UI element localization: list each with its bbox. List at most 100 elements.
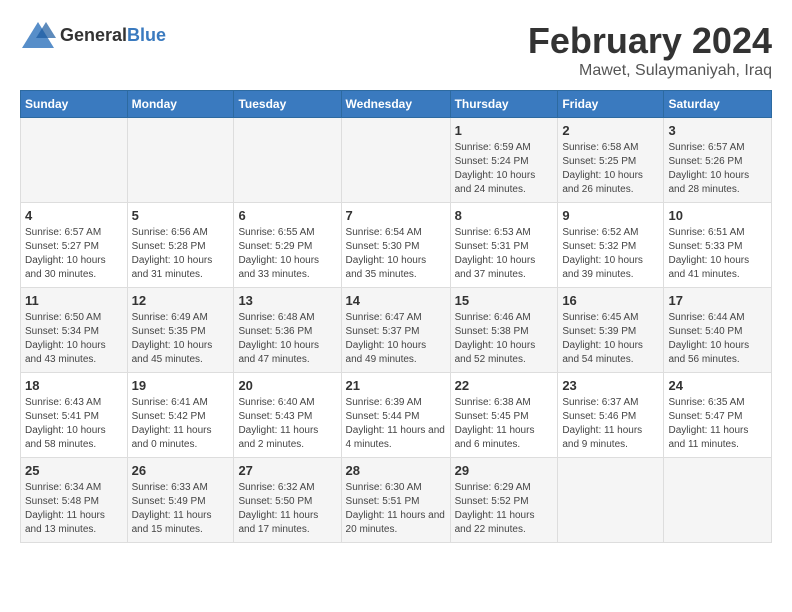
table-row: 20 Sunrise: 6:40 AMSunset: 5:43 PMDaylig…	[234, 373, 341, 458]
day-number: 24	[668, 378, 767, 393]
day-number: 18	[25, 378, 123, 393]
table-row: 21 Sunrise: 6:39 AMSunset: 5:44 PMDaylig…	[341, 373, 450, 458]
day-number: 9	[562, 208, 659, 223]
table-row	[664, 458, 772, 543]
table-row: 27 Sunrise: 6:32 AMSunset: 5:50 PMDaylig…	[234, 458, 341, 543]
calendar-header: Sunday Monday Tuesday Wednesday Thursday…	[21, 91, 772, 118]
table-row: 17 Sunrise: 6:44 AMSunset: 5:40 PMDaylig…	[664, 288, 772, 373]
day-number: 16	[562, 293, 659, 308]
day-info: Sunrise: 6:52 AMSunset: 5:32 PMDaylight:…	[562, 226, 659, 282]
calendar-body: 1 Sunrise: 6:59 AMSunset: 5:24 PMDayligh…	[21, 118, 772, 543]
table-row: 9 Sunrise: 6:52 AMSunset: 5:32 PMDayligh…	[558, 203, 664, 288]
day-number: 11	[25, 293, 123, 308]
day-number: 12	[132, 293, 230, 308]
table-row: 18 Sunrise: 6:43 AMSunset: 5:41 PMDaylig…	[21, 373, 128, 458]
table-row	[234, 118, 341, 203]
title-area: February 2024 Mawet, Sulaymaniyah, Iraq	[528, 20, 772, 80]
day-number: 6	[238, 208, 336, 223]
table-row: 5 Sunrise: 6:56 AMSunset: 5:28 PMDayligh…	[127, 203, 234, 288]
logo: GeneralBlue	[20, 20, 166, 50]
day-number: 1	[455, 123, 554, 138]
day-number: 26	[132, 463, 230, 478]
logo-general-text: General	[60, 25, 127, 45]
day-info: Sunrise: 6:41 AMSunset: 5:42 PMDaylight:…	[132, 396, 230, 452]
day-info: Sunrise: 6:50 AMSunset: 5:34 PMDaylight:…	[25, 311, 123, 367]
table-row: 7 Sunrise: 6:54 AMSunset: 5:30 PMDayligh…	[341, 203, 450, 288]
day-number: 8	[455, 208, 554, 223]
table-row: 22 Sunrise: 6:38 AMSunset: 5:45 PMDaylig…	[450, 373, 558, 458]
table-row: 1 Sunrise: 6:59 AMSunset: 5:24 PMDayligh…	[450, 118, 558, 203]
day-number: 13	[238, 293, 336, 308]
day-info: Sunrise: 6:35 AMSunset: 5:47 PMDaylight:…	[668, 396, 767, 452]
day-info: Sunrise: 6:57 AMSunset: 5:27 PMDaylight:…	[25, 226, 123, 282]
day-info: Sunrise: 6:33 AMSunset: 5:49 PMDaylight:…	[132, 481, 230, 537]
header: GeneralBlue February 2024 Mawet, Sulayma…	[20, 20, 772, 80]
day-number: 25	[25, 463, 123, 478]
header-friday: Friday	[558, 91, 664, 118]
table-row: 14 Sunrise: 6:47 AMSunset: 5:37 PMDaylig…	[341, 288, 450, 373]
day-info: Sunrise: 6:46 AMSunset: 5:38 PMDaylight:…	[455, 311, 554, 367]
table-row: 13 Sunrise: 6:48 AMSunset: 5:36 PMDaylig…	[234, 288, 341, 373]
day-number: 14	[346, 293, 446, 308]
day-info: Sunrise: 6:37 AMSunset: 5:46 PMDaylight:…	[562, 396, 659, 452]
table-row	[341, 118, 450, 203]
table-row: 4 Sunrise: 6:57 AMSunset: 5:27 PMDayligh…	[21, 203, 128, 288]
day-number: 10	[668, 208, 767, 223]
day-info: Sunrise: 6:49 AMSunset: 5:35 PMDaylight:…	[132, 311, 230, 367]
day-number: 22	[455, 378, 554, 393]
day-info: Sunrise: 6:56 AMSunset: 5:28 PMDaylight:…	[132, 226, 230, 282]
header-monday: Monday	[127, 91, 234, 118]
day-info: Sunrise: 6:57 AMSunset: 5:26 PMDaylight:…	[668, 141, 767, 197]
day-number: 17	[668, 293, 767, 308]
day-number: 23	[562, 378, 659, 393]
day-number: 29	[455, 463, 554, 478]
header-thursday: Thursday	[450, 91, 558, 118]
day-info: Sunrise: 6:54 AMSunset: 5:30 PMDaylight:…	[346, 226, 446, 282]
header-sunday: Sunday	[21, 91, 128, 118]
day-info: Sunrise: 6:47 AMSunset: 5:37 PMDaylight:…	[346, 311, 446, 367]
month-title: February 2024	[528, 20, 772, 62]
day-info: Sunrise: 6:43 AMSunset: 5:41 PMDaylight:…	[25, 396, 123, 452]
table-row: 19 Sunrise: 6:41 AMSunset: 5:42 PMDaylig…	[127, 373, 234, 458]
day-info: Sunrise: 6:45 AMSunset: 5:39 PMDaylight:…	[562, 311, 659, 367]
table-row: 10 Sunrise: 6:51 AMSunset: 5:33 PMDaylig…	[664, 203, 772, 288]
day-number: 27	[238, 463, 336, 478]
day-info: Sunrise: 6:44 AMSunset: 5:40 PMDaylight:…	[668, 311, 767, 367]
table-row	[558, 458, 664, 543]
table-row: 3 Sunrise: 6:57 AMSunset: 5:26 PMDayligh…	[664, 118, 772, 203]
day-number: 21	[346, 378, 446, 393]
day-number: 5	[132, 208, 230, 223]
table-row: 15 Sunrise: 6:46 AMSunset: 5:38 PMDaylig…	[450, 288, 558, 373]
table-row: 25 Sunrise: 6:34 AMSunset: 5:48 PMDaylig…	[21, 458, 128, 543]
table-row: 29 Sunrise: 6:29 AMSunset: 5:52 PMDaylig…	[450, 458, 558, 543]
day-info: Sunrise: 6:38 AMSunset: 5:45 PMDaylight:…	[455, 396, 554, 452]
day-number: 3	[668, 123, 767, 138]
table-row	[21, 118, 128, 203]
day-info: Sunrise: 6:29 AMSunset: 5:52 PMDaylight:…	[455, 481, 554, 537]
day-number: 19	[132, 378, 230, 393]
header-saturday: Saturday	[664, 91, 772, 118]
table-row: 28 Sunrise: 6:30 AMSunset: 5:51 PMDaylig…	[341, 458, 450, 543]
day-info: Sunrise: 6:58 AMSunset: 5:25 PMDaylight:…	[562, 141, 659, 197]
header-wednesday: Wednesday	[341, 91, 450, 118]
calendar-table: Sunday Monday Tuesday Wednesday Thursday…	[20, 90, 772, 543]
day-info: Sunrise: 6:40 AMSunset: 5:43 PMDaylight:…	[238, 396, 336, 452]
day-info: Sunrise: 6:51 AMSunset: 5:33 PMDaylight:…	[668, 226, 767, 282]
table-row: 6 Sunrise: 6:55 AMSunset: 5:29 PMDayligh…	[234, 203, 341, 288]
table-row: 24 Sunrise: 6:35 AMSunset: 5:47 PMDaylig…	[664, 373, 772, 458]
day-number: 4	[25, 208, 123, 223]
table-row: 12 Sunrise: 6:49 AMSunset: 5:35 PMDaylig…	[127, 288, 234, 373]
table-row: 23 Sunrise: 6:37 AMSunset: 5:46 PMDaylig…	[558, 373, 664, 458]
table-row: 2 Sunrise: 6:58 AMSunset: 5:25 PMDayligh…	[558, 118, 664, 203]
table-row: 16 Sunrise: 6:45 AMSunset: 5:39 PMDaylig…	[558, 288, 664, 373]
logo-icon	[20, 20, 56, 50]
location-title: Mawet, Sulaymaniyah, Iraq	[528, 62, 772, 80]
day-info: Sunrise: 6:32 AMSunset: 5:50 PMDaylight:…	[238, 481, 336, 537]
day-info: Sunrise: 6:39 AMSunset: 5:44 PMDaylight:…	[346, 396, 446, 452]
day-info: Sunrise: 6:55 AMSunset: 5:29 PMDaylight:…	[238, 226, 336, 282]
table-row: 26 Sunrise: 6:33 AMSunset: 5:49 PMDaylig…	[127, 458, 234, 543]
day-info: Sunrise: 6:53 AMSunset: 5:31 PMDaylight:…	[455, 226, 554, 282]
day-number: 2	[562, 123, 659, 138]
day-number: 20	[238, 378, 336, 393]
day-number: 28	[346, 463, 446, 478]
